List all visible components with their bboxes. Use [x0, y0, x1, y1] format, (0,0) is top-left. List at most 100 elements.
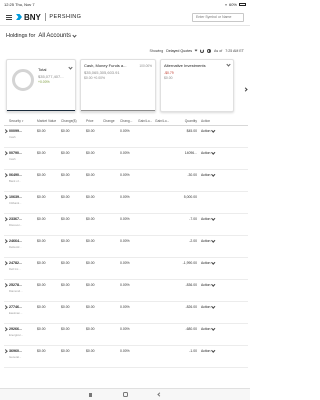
- table-row[interactable]: 10639... Citibank... $0.00 $0.00 $0.00 0.00% 5…: [3, 192, 248, 214]
- col-gain-loss[interactable]: Gain/Lo...: [138, 119, 155, 123]
- security-cell[interactable]: 10639... Citibank...: [9, 195, 37, 205]
- change-percent-cell: 0.00%: [120, 195, 130, 199]
- holdings-table: Security ▾ Market Value Change($) Price …: [0, 116, 250, 368]
- security-cell[interactable]: 27746... Eastman...: [9, 305, 37, 315]
- recent-apps-icon[interactable]: [89, 392, 93, 397]
- summary-card-alternative[interactable]: Alternative Investments -$0.79 $0.00: [160, 59, 234, 112]
- action-menu[interactable]: Action: [201, 304, 225, 309]
- table-row[interactable]: 24782... Dell Inc... $0.00 $0.00 $0.00 0.00% -…: [3, 258, 248, 280]
- symbol-search-input[interactable]: [192, 12, 244, 22]
- action-menu[interactable]: Action: [201, 260, 225, 265]
- chevron-right-icon: [3, 195, 8, 200]
- security-cell[interactable]: 23367... Discover...: [9, 217, 37, 227]
- price-cell: $0.00: [86, 129, 95, 133]
- security-cell[interactable]: 36960... General...: [9, 349, 37, 359]
- card-underline: [81, 109, 155, 111]
- action-menu[interactable]: Action: [201, 150, 225, 155]
- change-dollar-cell: $0.00: [61, 217, 70, 221]
- col-price[interactable]: Price: [86, 119, 103, 123]
- security-symbol[interactable]: 36960...: [9, 349, 37, 353]
- card-change-amount: $0.00: [84, 76, 93, 80]
- status-time-date: 12:25 Thu, Nov 7: [4, 2, 35, 7]
- status-time: 12:25: [4, 2, 15, 7]
- summary-card-total[interactable]: Total $35,077,407... +0.00%: [6, 59, 76, 112]
- chevron-right-icon: [3, 283, 8, 288]
- security-cell[interactable]: 06490... Bank of...: [9, 173, 37, 183]
- back-icon[interactable]: [157, 392, 162, 397]
- col-change-percent[interactable]: Chang...: [120, 119, 138, 123]
- security-cell[interactable]: 00790... Cash: [9, 151, 37, 161]
- hamburger-menu-icon[interactable]: [6, 14, 12, 20]
- security-description: Dell Inc...: [9, 266, 21, 271]
- security-symbol[interactable]: 06490...: [9, 173, 37, 177]
- security-symbol[interactable]: 24782...: [9, 261, 37, 265]
- top-navigation: BNY PERSHING: [0, 9, 250, 26]
- security-description: Discover...: [9, 222, 23, 227]
- table-row[interactable]: 00790... Cash $0.00 $0.00 $0.00 0.00% 14096...…: [3, 148, 248, 170]
- table-row[interactable]: 23367... Discover... $0.00 $0.00 $0.00 0.00% -…: [3, 214, 248, 236]
- market-value-cell: $0.00: [37, 217, 46, 221]
- security-cell[interactable]: 24664... Delta Air...: [9, 239, 37, 249]
- quantity-cell: 5,000.00: [183, 195, 197, 199]
- summary-card-cash[interactable]: Cash, Money Funds a... 100.00% $35,065,3…: [80, 59, 156, 112]
- table-row[interactable]: 24664... Delta Air... $0.00 $0.00 $0.00 0.00%…: [3, 236, 248, 258]
- quantity-cell: -7.00: [189, 217, 197, 221]
- col-gain-loss-percent[interactable]: Gain/Lo...: [155, 119, 175, 123]
- security-description: Cash: [9, 134, 16, 139]
- action-menu[interactable]: Action: [201, 326, 225, 331]
- account-selector-value: All Accounts: [38, 33, 72, 39]
- allocation-ring-chart: [12, 69, 34, 91]
- action-menu[interactable]: Action: [201, 216, 225, 221]
- security-cell[interactable]: 29266... Energizer...: [9, 327, 37, 337]
- market-value-cell: $0.00: [37, 327, 46, 331]
- security-description: Cash: [9, 156, 16, 161]
- table-row[interactable]: 29266... Energizer... $0.00 $0.00 $0.00 0.00%…: [3, 324, 248, 346]
- action-menu[interactable]: Action: [201, 238, 225, 243]
- security-symbol[interactable]: 23367...: [9, 217, 37, 221]
- clock-icon: [207, 49, 212, 53]
- table-row[interactable]: 06490... Bank of... $0.00 $0.00 $0.00 0.00% -3…: [3, 170, 248, 192]
- chevron-down-icon: [211, 260, 216, 265]
- change-percent-cell: 0.00%: [120, 261, 130, 265]
- security-symbol[interactable]: 27746...: [9, 305, 37, 309]
- action-label: Action: [201, 151, 211, 155]
- security-symbol[interactable]: 00790...: [9, 151, 37, 155]
- security-symbol[interactable]: 10639...: [9, 195, 37, 199]
- home-icon[interactable]: [123, 392, 128, 397]
- col-quantity[interactable]: Quantity: [175, 119, 201, 123]
- market-value-cell: $0.00: [37, 195, 46, 199]
- table-row[interactable]: 27746... Eastman... $0.00 $0.00 $0.00 0.00% -8…: [3, 302, 248, 324]
- market-value-cell: $0.00: [37, 173, 46, 177]
- change-dollar-cell: $0.00: [61, 151, 70, 155]
- card-value: $35,077,407...: [38, 74, 64, 79]
- security-cell[interactable]: 25278... Diamond...: [9, 283, 37, 293]
- col-market-value[interactable]: Market Value: [37, 119, 61, 123]
- action-menu[interactable]: Action: [201, 172, 225, 177]
- col-change[interactable]: Change: [103, 119, 120, 123]
- action-menu[interactable]: Action: [201, 282, 225, 287]
- col-change-dollar[interactable]: Change($): [61, 119, 86, 123]
- refresh-icon[interactable]: [200, 49, 205, 53]
- table-body: 00099... Cash $0.00 $0.00 $0.00 0.00% $45.00 Ac…: [3, 126, 248, 368]
- chevron-down-icon: [211, 238, 216, 243]
- table-row[interactable]: 25278... Diamond... $0.00 $0.00 $0.00 0.00% -8…: [3, 280, 248, 302]
- action-label: Action: [201, 129, 211, 133]
- security-symbol[interactable]: 25278...: [9, 283, 37, 287]
- card-percent: +0.00%: [38, 80, 50, 84]
- security-symbol[interactable]: 29266...: [9, 327, 37, 331]
- security-cell[interactable]: 24782... Dell Inc...: [9, 261, 37, 271]
- brand-logo[interactable]: BNY PERSHING: [16, 13, 81, 22]
- security-symbol[interactable]: 24664...: [9, 239, 37, 243]
- account-selector[interactable]: All Accounts: [38, 32, 77, 39]
- quote-type-selector[interactable]: Delayed Quotes: [166, 49, 192, 53]
- quantity-cell: -30.00: [187, 173, 197, 177]
- security-cell[interactable]: 00099... Cash: [9, 129, 37, 139]
- security-symbol[interactable]: 00099...: [9, 129, 37, 133]
- action-menu[interactable]: Action: [201, 128, 225, 133]
- action-menu[interactable]: Action: [201, 348, 225, 353]
- sort-icon: ▾: [21, 118, 24, 123]
- col-security[interactable]: Security ▾: [9, 119, 37, 123]
- wifi-icon: ▿: [224, 2, 227, 7]
- table-row[interactable]: 36960... General... $0.00 $0.00 $0.00 0.00% -1…: [3, 346, 248, 368]
- table-row[interactable]: 00099... Cash $0.00 $0.00 $0.00 0.00% $45.00 Ac…: [3, 126, 248, 148]
